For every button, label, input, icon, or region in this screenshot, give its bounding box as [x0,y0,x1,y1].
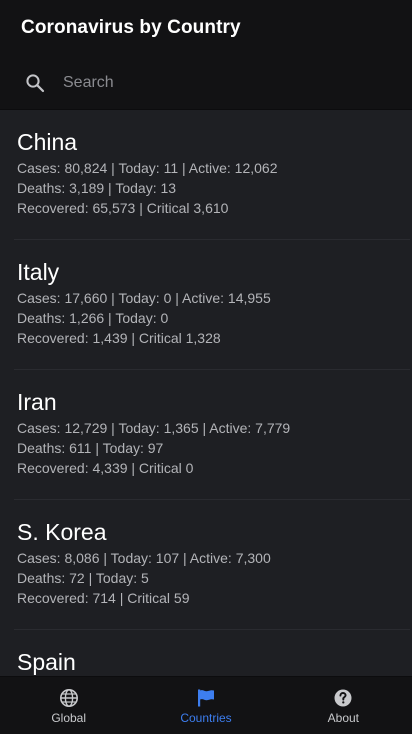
cases-line: Cases: 12,729 | Today: 1,365 | Active: 7… [17,420,291,436]
country-list[interactable]: China Cases: 80,824 | Today: 11 | Active… [0,110,412,676]
country-name: Italy [17,259,60,285]
globe-icon [59,688,79,708]
search-bar [0,56,412,110]
country-card-s-korea[interactable]: S. Korea Cases: 8,086 | Today: 107 | Act… [0,500,412,630]
nav-item-countries[interactable]: Countries [137,677,274,734]
country-name: S. Korea [17,519,107,545]
cases-line: Cases: 17,660 | Today: 0 | Active: 14,95… [17,290,271,306]
deaths-line: Deaths: 72 | Today: 5 [17,570,149,586]
deaths-line: Deaths: 3,189 | Today: 13 [17,180,177,196]
deaths-line: Deaths: 1,266 | Today: 0 [17,310,169,326]
country-name: Spain [17,649,76,675]
cases-line: Cases: 80,824 | Today: 11 | Active: 12,0… [17,160,278,176]
search-input[interactable] [63,73,363,92]
flag-icon [196,688,216,708]
country-card-iran[interactable]: Iran Cases: 12,729 | Today: 1,365 | Acti… [0,370,412,500]
country-card-italy[interactable]: Italy Cases: 17,660 | Today: 0 | Active:… [0,240,412,370]
nav-item-about[interactable]: About [275,677,412,734]
help-icon [333,688,353,708]
search-icon[interactable] [25,73,45,93]
page-title: Coronavirus by Country [21,17,241,38]
app-bar: Coronavirus by Country [0,0,412,56]
deaths-line: Deaths: 611 | Today: 97 [17,440,164,456]
bottom-navigation: Global Countries About [0,676,412,734]
country-name: China [17,129,78,155]
cases-line: Cases: 8,086 | Today: 107 | Active: 7,30… [17,550,271,566]
recovered-line: Recovered: 1,439 | Critical 1,328 [17,330,221,346]
country-name: Iran [17,389,57,415]
country-card-spain[interactable]: Spain [0,630,412,676]
recovered-line: Recovered: 714 | Critical 59 [17,590,190,606]
nav-label-global: Global [51,711,86,725]
recovered-line: Recovered: 4,339 | Critical 0 [17,460,194,476]
country-card-china[interactable]: China Cases: 80,824 | Today: 11 | Active… [0,110,412,240]
nav-item-global[interactable]: Global [0,677,137,734]
recovered-line: Recovered: 65,573 | Critical 3,610 [17,200,229,216]
nav-label-countries: Countries [180,711,232,725]
app-root: Coronavirus by Country China Cases: 80,8… [0,0,412,734]
nav-label-about: About [327,711,359,725]
